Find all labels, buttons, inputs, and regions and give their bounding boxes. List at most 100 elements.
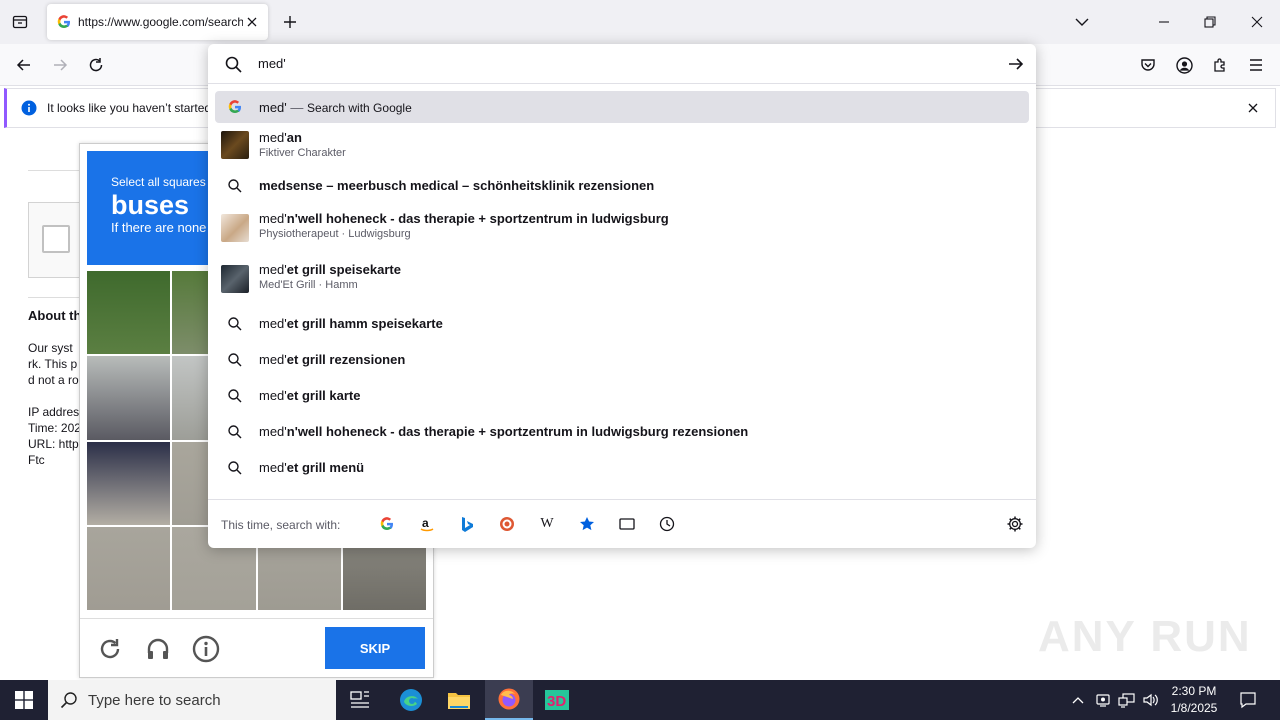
tabs-icon[interactable] xyxy=(617,514,637,534)
volume-tray-icon[interactable] xyxy=(1141,690,1161,710)
suggestion-row[interactable]: med'et grill karte xyxy=(215,378,1029,414)
query-text: med' xyxy=(259,100,287,115)
recaptcha-checkbox[interactable] xyxy=(42,225,70,253)
search-with-google-row[interactable]: med' — Search with Google xyxy=(215,91,1029,123)
go-arrow-icon[interactable] xyxy=(1006,54,1026,74)
suggestion-row[interactable]: med'an Fiktiver Charakter xyxy=(215,123,1029,168)
firefox-taskbar-button[interactable] xyxy=(485,680,533,720)
gear-icon[interactable] xyxy=(1006,515,1024,533)
minimize-icon xyxy=(1159,21,1169,23)
suggestion-subtitle: Physiotherapeut · Ludwigsburg xyxy=(259,228,411,240)
paragraph-line: d not a ro xyxy=(28,373,79,387)
file-explorer-taskbar-button[interactable] xyxy=(435,680,483,720)
close-icon xyxy=(1251,16,1263,28)
firefox-view-icon xyxy=(12,15,28,29)
reload-button[interactable] xyxy=(81,50,111,80)
suggestion-subtitle: Fiktiver Charakter xyxy=(259,147,346,159)
close-notification-icon[interactable] xyxy=(1245,100,1261,116)
network-tray-icon[interactable] xyxy=(1117,690,1137,710)
address-input[interactable]: med' xyxy=(258,56,286,71)
amazon-icon[interactable]: a xyxy=(417,514,437,534)
security-tray-icon[interactable] xyxy=(1093,690,1113,710)
suggestion-text: med'et grill karte xyxy=(259,388,361,403)
browser-tab[interactable]: https://www.google.com/search xyxy=(47,4,268,40)
app-menu-button[interactable] xyxy=(1241,50,1271,80)
chevron-up-icon xyxy=(1072,697,1084,704)
headphones-icon xyxy=(147,638,169,659)
suggestion-thumbnail xyxy=(221,131,249,159)
captcha-tile[interactable] xyxy=(87,356,171,440)
search-icon xyxy=(227,424,243,440)
task-view-button[interactable] xyxy=(336,680,384,720)
minimize-button[interactable] xyxy=(1148,6,1180,38)
shield-icon xyxy=(1096,694,1110,707)
bing-icon[interactable] xyxy=(457,514,477,534)
close-tab-icon[interactable] xyxy=(244,14,260,30)
paragraph-line: IP addres xyxy=(28,405,80,419)
history-icon[interactable] xyxy=(657,514,677,534)
suggestion-text: med'et grill speisekarte xyxy=(259,262,401,277)
google-favicon-icon xyxy=(57,15,71,29)
clock-time: 2:30 PM xyxy=(1171,684,1217,698)
one-off-search-bar: This time, search with: a W xyxy=(208,499,1036,548)
tab-strip: https://www.google.com/search xyxy=(0,0,1280,44)
captcha-tile[interactable] xyxy=(87,441,171,525)
suggestion-row[interactable]: med'n'well hoheneck - das therapie + spo… xyxy=(215,204,1029,255)
restore-button[interactable] xyxy=(1194,6,1226,38)
bookmarks-icon[interactable] xyxy=(577,514,597,534)
search-icon xyxy=(227,352,243,368)
close-window-button[interactable] xyxy=(1241,6,1273,38)
skip-button[interactable]: SKIP xyxy=(325,627,425,669)
taskbar-clock[interactable]: 2:30 PM 1/8/2025 xyxy=(1166,683,1222,717)
hamburger-menu-icon xyxy=(1250,59,1262,71)
account-button[interactable] xyxy=(1169,50,1199,80)
suggestion-text: med'n'well hoheneck - das therapie + spo… xyxy=(259,424,749,439)
extensions-button[interactable] xyxy=(1205,50,1235,80)
back-button[interactable] xyxy=(9,50,39,80)
start-button[interactable] xyxy=(0,680,48,720)
chevron-down-icon xyxy=(1075,18,1089,26)
reload-challenge-button[interactable] xyxy=(95,634,125,664)
recaptcha-widget xyxy=(28,202,84,278)
wikipedia-icon[interactable]: W xyxy=(537,514,557,534)
pocket-icon xyxy=(1141,59,1155,71)
notifications-button[interactable] xyxy=(1238,690,1258,710)
duckduckgo-icon[interactable] xyxy=(497,514,517,534)
suggestion-text: medsense – meerbusch medical – schönheit… xyxy=(259,178,655,193)
captcha-tile[interactable] xyxy=(87,526,171,610)
forward-button[interactable] xyxy=(45,50,75,80)
suggestion-row[interactable]: med'et grill hamm speisekarte xyxy=(215,306,1029,342)
suggestion-row[interactable]: med'et grill menü xyxy=(215,450,1029,486)
pocket-button[interactable] xyxy=(1133,50,1163,80)
search-icon xyxy=(227,460,243,476)
clock-date: 1/8/2025 xyxy=(1170,701,1218,715)
firefox-view-button[interactable] xyxy=(6,8,34,36)
captcha-tile[interactable] xyxy=(87,271,171,355)
notification-message: It looks like you haven’t started xyxy=(47,101,212,115)
suggestion-list: med' — Search with Google med'an Fiktive… xyxy=(215,91,1029,486)
suggestion-text: med'n'well hoheneck - das therapie + spo… xyxy=(259,211,669,226)
google-icon[interactable] xyxy=(377,514,397,534)
suggestion-row[interactable]: medsense – meerbusch medical – schönheit… xyxy=(215,168,1029,204)
search-icon xyxy=(60,692,77,709)
paragraph-line: Our syst xyxy=(28,341,73,355)
suggestion-row[interactable]: med'n'well hoheneck - das therapie + spo… xyxy=(215,414,1029,450)
show-hidden-icons-button[interactable] xyxy=(1068,690,1088,710)
edge-taskbar-button[interactable] xyxy=(387,680,435,720)
paragraph-line: Time: 202 xyxy=(28,421,81,435)
search-icon xyxy=(227,316,243,332)
puzzle-icon xyxy=(1214,58,1225,72)
taskbar-search[interactable]: Type here to search xyxy=(48,680,336,720)
suggestion-subtitle: Med'Et Grill · Hamm xyxy=(259,279,358,291)
info-button[interactable] xyxy=(191,634,221,664)
suggestion-text: med'et grill rezensionen xyxy=(259,352,406,367)
address-bar[interactable]: med' xyxy=(208,44,1036,84)
list-all-tabs-button[interactable] xyxy=(1070,10,1094,34)
new-tab-button[interactable] xyxy=(278,10,302,34)
3d-viewer-taskbar-button[interactable]: 3D xyxy=(533,680,581,720)
firefox-icon xyxy=(498,688,520,710)
suggestion-row[interactable]: med'et grill speisekarte Med'Et Grill · … xyxy=(215,255,1029,306)
audio-challenge-button[interactable] xyxy=(143,634,173,664)
suggestion-row[interactable]: med'et grill rezensionen xyxy=(215,342,1029,378)
task-view-icon xyxy=(350,691,369,708)
